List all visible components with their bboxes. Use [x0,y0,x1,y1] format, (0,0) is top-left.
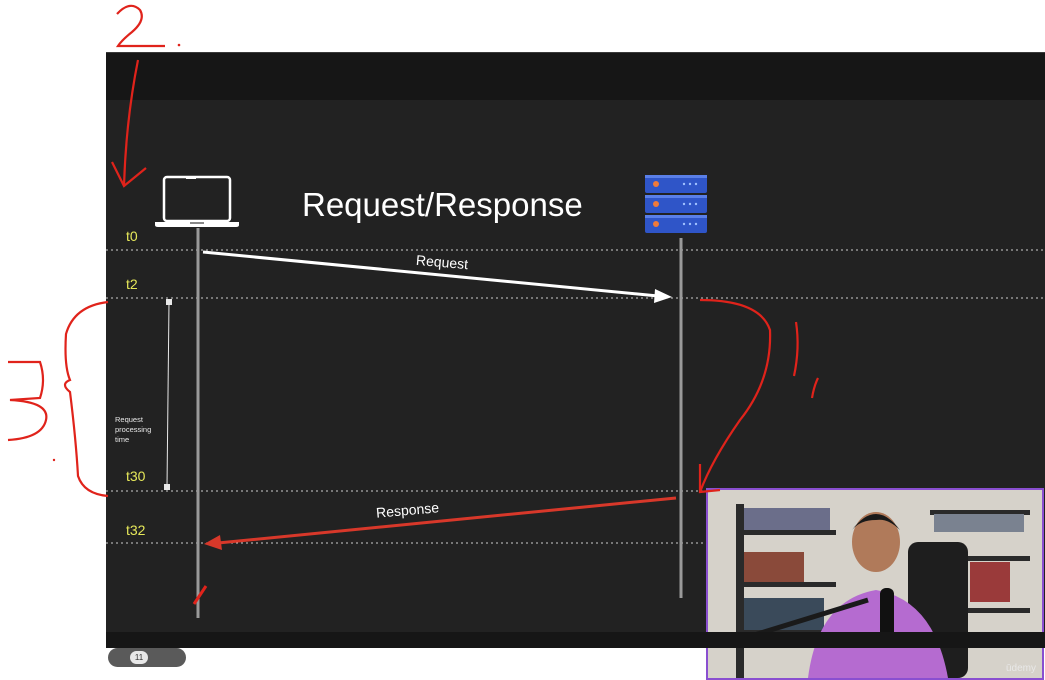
annotation-digit-3 [7,360,56,462]
annotation-arrow-to-server [698,298,772,494]
udemy-watermark: ūdemy [1005,663,1036,674]
annotation-tick [192,585,208,605]
annotation-arrow-to-laptop [111,59,147,188]
annotation-digit-2 [115,4,181,48]
annotation-digit-1 [792,321,819,399]
slide-number-indicator: 11 [108,648,186,667]
handwritten-annotations [7,4,819,605]
slide-number: 11 [130,651,148,664]
annotation-brace [63,300,109,498]
